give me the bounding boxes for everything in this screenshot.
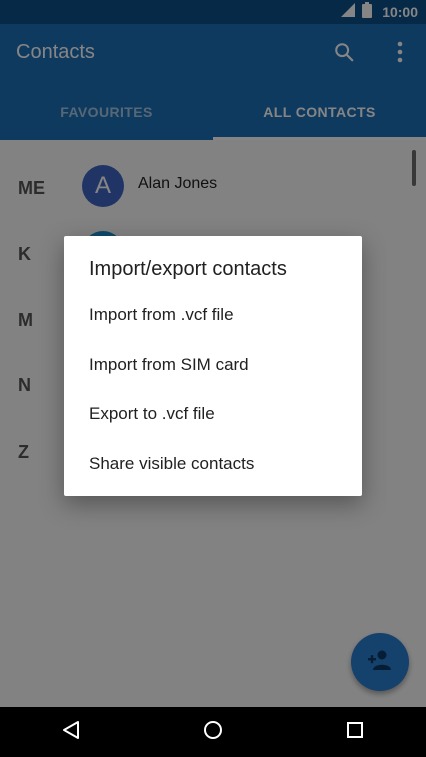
option-import-sim[interactable]: Import from SIM card <box>64 341 362 389</box>
recents-icon <box>346 721 364 744</box>
navigation-bar <box>0 707 426 757</box>
dialog-title: Import/export contacts <box>89 258 287 280</box>
import-export-dialog: Import/export contacts Import from .vcf … <box>64 236 362 496</box>
nav-back-button[interactable] <box>41 707 101 757</box>
option-share-visible[interactable]: Share visible contacts <box>64 440 362 488</box>
back-icon <box>62 720 80 745</box>
option-label: Import from SIM card <box>89 355 249 374</box>
option-label: Export to .vcf file <box>89 404 215 423</box>
option-label: Import from .vcf file <box>89 305 234 324</box>
option-export-vcf[interactable]: Export to .vcf file <box>64 390 362 438</box>
nav-home-button[interactable] <box>183 707 243 757</box>
nav-recents-button[interactable] <box>325 707 385 757</box>
option-label: Share visible contacts <box>89 454 255 473</box>
home-icon <box>203 720 223 745</box>
option-import-vcf[interactable]: Import from .vcf file <box>64 291 362 339</box>
